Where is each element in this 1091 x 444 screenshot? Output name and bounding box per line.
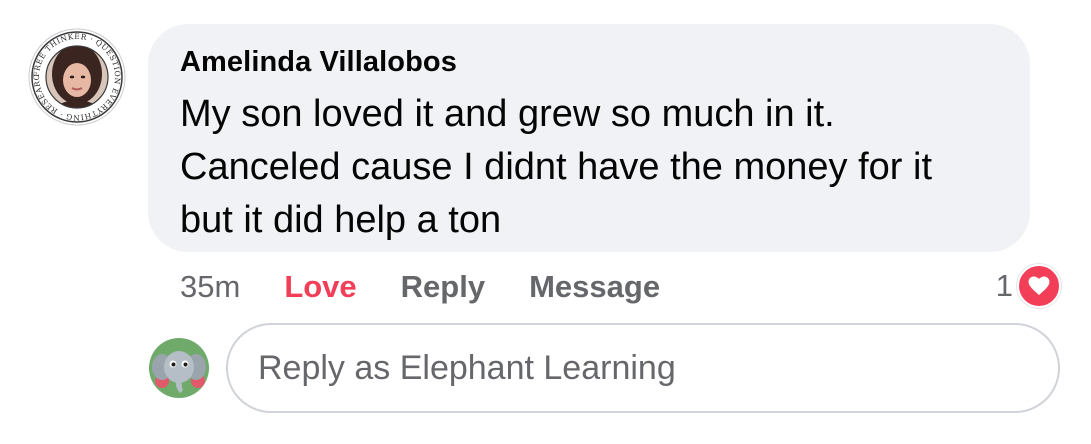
comment-text-line: but it did help a ton [180,199,502,241]
message-button[interactable]: Message [529,269,660,305]
comment-timestamp[interactable]: 35m [180,269,240,305]
commenter-avatar[interactable]: FREE THINKER · QUESTION EVERYTHING · RES… [28,28,126,126]
heart-icon [1017,264,1061,308]
elephant-avatar[interactable] [148,337,210,399]
love-button[interactable]: Love [284,269,356,305]
comment-text: My son loved it and grew so much in it. … [180,88,1020,247]
comment-text-line: My son loved it and grew so much in it. [180,93,835,135]
badge-avatar-image: FREE THINKER · QUESTION EVERYTHING · RES… [28,28,126,126]
reply-button[interactable]: Reply [401,269,485,305]
reaction-summary[interactable]: 1 [996,264,1061,308]
comment-author-name[interactable]: Amelinda Villalobos [180,46,457,79]
comment-thread: FREE THINKER · QUESTION EVERYTHING · RES… [0,0,1091,444]
reply-input-placeholder: Reply as Elephant Learning [258,348,676,387]
reaction-count: 1 [995,268,1013,303]
comment-actions: 35m Love Reply Message [180,266,660,308]
comment-text-line: Canceled cause I didnt have the money fo… [180,146,933,188]
comment-bubble: Amelinda Villalobos My son loved it and … [148,24,1030,252]
reply-input[interactable]: Reply as Elephant Learning [226,323,1060,413]
